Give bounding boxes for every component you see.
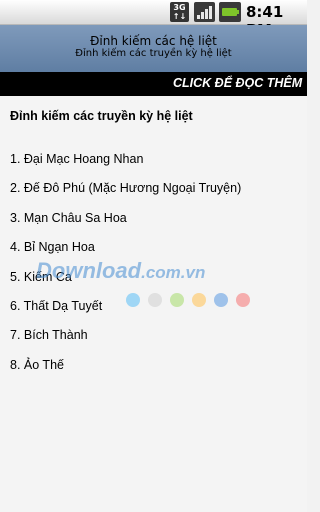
read-more-banner[interactable]: CLICK ĐỂ ĐỌC THÊM (0, 72, 307, 96)
status-bar: 3G↑↓ 8:41 PM (0, 0, 307, 39)
list-item[interactable]: 3. Mạn Châu Sa Hoa (10, 211, 241, 240)
app-title-bar: Đỉnh kiếm các hệ liệt Đỉnh kiếm các truy… (0, 25, 307, 72)
content-area: Đỉnh kiếm các truyền kỳ hệ liệt 1. Đại M… (0, 96, 307, 512)
list-item[interactable]: 6. Thất Dạ Tuyết (10, 299, 241, 328)
list-item[interactable]: 5. Kiếm Ca (10, 270, 241, 299)
list-item[interactable]: 2. Đế Đô Phú (Mặc Hương Ngoại Truyện) (10, 181, 241, 210)
signal-strength-icon (194, 2, 215, 22)
app-title: Đỉnh kiếm các hệ liệt (90, 34, 217, 48)
app-subtitle: Đỉnh kiếm các truyền kỳ hệ liệt (75, 48, 232, 59)
list-item[interactable]: 4. Bỉ Ngạn Hoa (10, 240, 241, 269)
network-3g-icon: 3G ↑↓ (170, 2, 189, 22)
banner-text: CLICK ĐỂ ĐỌC THÊM (173, 76, 303, 90)
story-list: 1. Đại Mạc Hoang Nhan 2. Đế Đô Phú (Mặc … (10, 152, 241, 387)
page-heading: Đỉnh kiếm các truyền kỳ hệ liệt (10, 109, 193, 123)
list-item[interactable]: 7. Bích Thành (10, 328, 241, 357)
list-item[interactable]: 1. Đại Mạc Hoang Nhan (10, 152, 241, 181)
battery-charging-icon (219, 2, 241, 22)
list-item[interactable]: 8. Ảo Thế (10, 358, 241, 387)
network-label: 3G (173, 3, 186, 12)
